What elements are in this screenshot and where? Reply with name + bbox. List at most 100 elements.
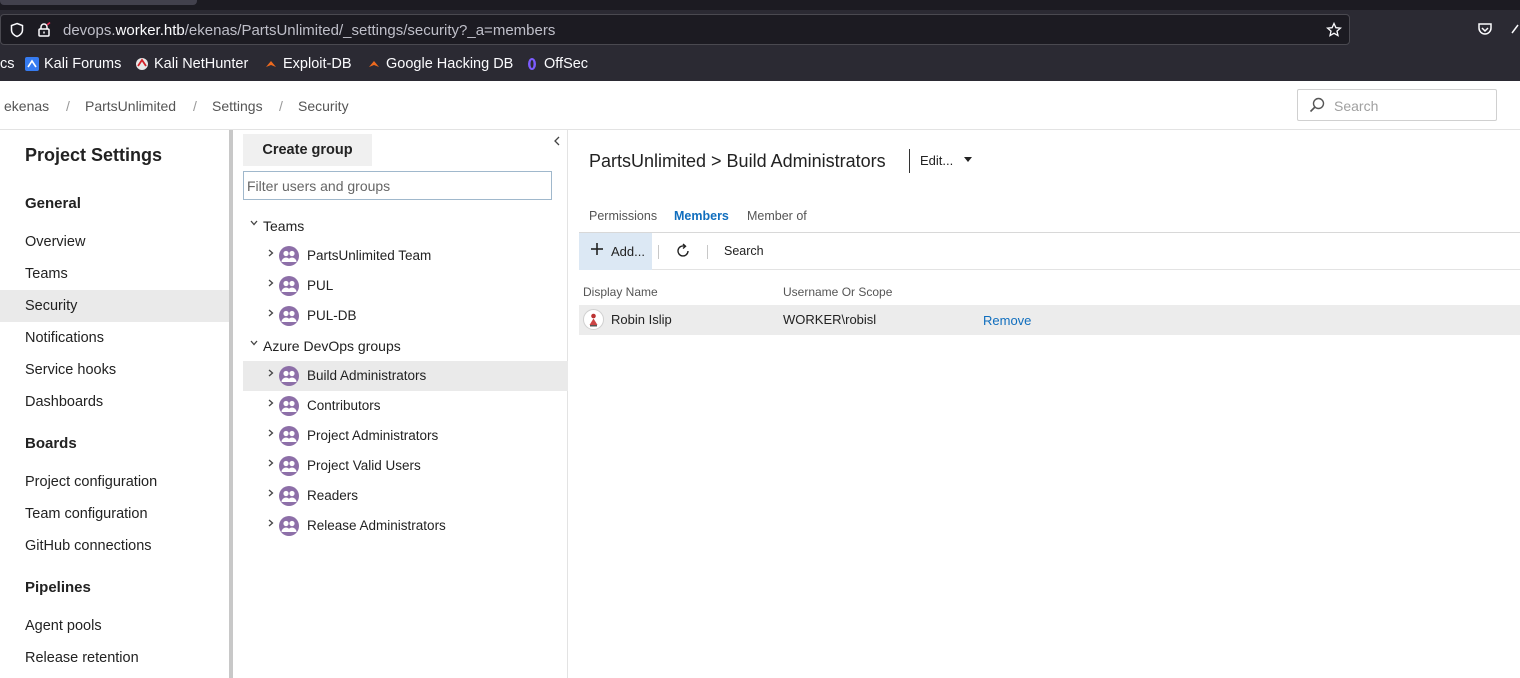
nav-item-agent-pools[interactable]: Agent pools	[0, 610, 229, 642]
lock-icon[interactable]	[36, 21, 52, 38]
tree-item-label: PUL-DB	[307, 308, 357, 323]
tab-members[interactable]: Members	[674, 209, 729, 223]
add-button-label: Add...	[611, 244, 645, 259]
group-icon	[278, 275, 300, 297]
filter-users-groups-input[interactable]	[243, 171, 552, 200]
nav-item-overview[interactable]: Overview	[0, 226, 229, 258]
browser-tab[interactable]	[0, 0, 197, 5]
tree-item-contributors[interactable]: Contributors	[243, 391, 568, 421]
header-search-input[interactable]	[1334, 96, 1484, 116]
shield-icon[interactable]	[9, 22, 25, 38]
tree-item-label: Contributors	[307, 398, 381, 413]
nav-item-security[interactable]: Security	[0, 290, 229, 322]
search-members-button[interactable]: Search	[724, 244, 764, 258]
nav-item-dashboards[interactable]: Dashboards	[0, 386, 229, 418]
nav-item-team-configuration[interactable]: Team configuration	[0, 498, 229, 530]
url-prefix: devops.	[63, 22, 116, 39]
tree-item-project-administrators[interactable]: Project Administrators	[243, 421, 568, 451]
kali-forums-icon	[25, 57, 39, 71]
chevron-right-icon[interactable]	[266, 361, 276, 391]
nav-item-notifications[interactable]: Notifications	[0, 322, 229, 354]
plus-icon	[590, 241, 604, 260]
offsec-icon	[525, 57, 539, 71]
members-toolbar: Add... Search	[579, 233, 1520, 270]
add-member-button[interactable]: Add...	[579, 233, 652, 270]
tree-item-release-administrators[interactable]: Release Administrators	[243, 511, 568, 541]
group-icon	[278, 245, 300, 267]
group-icon	[278, 455, 300, 477]
chevron-right-icon[interactable]	[266, 481, 276, 511]
bookmark-kali-nethunter[interactable]: Kali NetHunter	[135, 56, 248, 72]
avatar	[583, 309, 604, 330]
toolbar-separator	[658, 245, 659, 259]
nav-item-service-hooks[interactable]: Service hooks	[0, 354, 229, 386]
group-icon	[278, 365, 300, 387]
nav-item-github-connections[interactable]: GitHub connections	[0, 530, 229, 562]
caret-down-icon[interactable]	[964, 157, 972, 162]
tab-member-of[interactable]: Member of	[747, 209, 807, 223]
tree-item-project-valid-users[interactable]: Project Valid Users	[243, 451, 568, 481]
bookmark-offsec[interactable]: OffSec	[525, 56, 588, 72]
collapse-panel-icon[interactable]	[553, 134, 561, 149]
table-row[interactable]: Robin Islip WORKER\robisl Remove	[579, 305, 1520, 335]
group-icon	[278, 485, 300, 507]
tree-node-azure-devops-groups[interactable]: Azure DevOps groups	[233, 331, 568, 361]
tree-item-partsunlimited-team[interactable]: PartsUnlimited Team	[243, 241, 568, 271]
breadcrumb-project[interactable]: PartsUnlimited	[85, 98, 176, 114]
extensions-icon[interactable]	[1510, 21, 1520, 40]
breadcrumb-separator: /	[279, 98, 283, 114]
chevron-right-icon[interactable]	[266, 271, 276, 301]
url-bar[interactable]: devops.worker.htb/ekenas/PartsUnlimited/…	[0, 14, 1350, 45]
chevron-down-icon[interactable]	[249, 331, 259, 361]
group-detail-pane: PartsUnlimited > Build Administrators Ed…	[569, 130, 1520, 678]
breadcrumb-separator: /	[193, 98, 197, 114]
bookmark-cs[interactable]: cs	[0, 56, 15, 72]
chevron-right-icon[interactable]	[266, 421, 276, 451]
edit-menu-button[interactable]: Edit...	[920, 153, 953, 168]
column-display-name[interactable]: Display Name	[583, 285, 658, 299]
nav-item-release-retention[interactable]: Release retention	[0, 642, 229, 674]
pocket-icon[interactable]	[1477, 21, 1493, 40]
member-username: WORKER\robisl	[783, 312, 877, 327]
bookmark-kali-forums[interactable]: Kali Forums	[25, 56, 121, 72]
chevron-right-icon[interactable]	[266, 451, 276, 481]
nav-item-project-configuration[interactable]: Project configuration	[0, 466, 229, 498]
remove-member-link[interactable]: Remove	[983, 313, 1031, 328]
bookmark-label: OffSec	[544, 56, 589, 72]
tab-permissions[interactable]: Permissions	[589, 209, 657, 223]
tree-item-label: Build Administrators	[307, 368, 427, 383]
chevron-right-icon[interactable]	[266, 241, 276, 271]
star-bookmark-icon[interactable]	[1325, 21, 1343, 38]
breadcrumb-security[interactable]: Security	[298, 98, 349, 114]
breadcrumb-organization[interactable]: ekenas	[4, 98, 49, 114]
member-display-name: Robin Islip	[611, 312, 672, 327]
url-text[interactable]: devops.worker.htb/ekenas/PartsUnlimited/…	[63, 22, 555, 39]
bookmark-google-hacking-db[interactable]: Google Hacking DB	[367, 56, 513, 72]
tree-item-build-administrators[interactable]: Build Administrators	[243, 361, 568, 391]
refresh-icon[interactable]	[675, 243, 691, 259]
chevron-right-icon[interactable]	[266, 391, 276, 421]
breadcrumb-settings[interactable]: Settings	[212, 98, 263, 114]
create-group-button[interactable]: Create group	[243, 134, 372, 166]
nav-item-teams[interactable]: Teams	[0, 258, 229, 290]
group-icon	[278, 515, 300, 537]
column-username-scope[interactable]: Username Or Scope	[783, 285, 892, 299]
nav-section-pipelines: Pipelines	[25, 579, 91, 596]
title-divider	[909, 149, 910, 173]
url-host: worker.htb	[115, 22, 185, 39]
tree-item-pul[interactable]: PUL	[243, 271, 568, 301]
nav-section-general: General	[25, 195, 81, 212]
tree-item-label: Project Valid Users	[307, 458, 421, 473]
chevron-right-icon[interactable]	[266, 301, 276, 331]
group-icon	[278, 305, 300, 327]
app-header: ekenas / PartsUnlimited / Settings / Sec…	[0, 81, 1520, 130]
header-search-box[interactable]	[1297, 89, 1497, 121]
chevron-down-icon[interactable]	[249, 211, 259, 241]
tree-item-pul-db[interactable]: PUL-DB	[243, 301, 568, 331]
chevron-right-icon[interactable]	[266, 511, 276, 541]
tree-item-readers[interactable]: Readers	[243, 481, 568, 511]
tree-node-teams[interactable]: Teams	[233, 211, 568, 241]
tree-item-label: PartsUnlimited Team	[307, 248, 432, 263]
bookmark-exploit-db[interactable]: Exploit-DB	[264, 56, 352, 72]
page-title: PartsUnlimited > Build Administrators	[589, 151, 886, 171]
